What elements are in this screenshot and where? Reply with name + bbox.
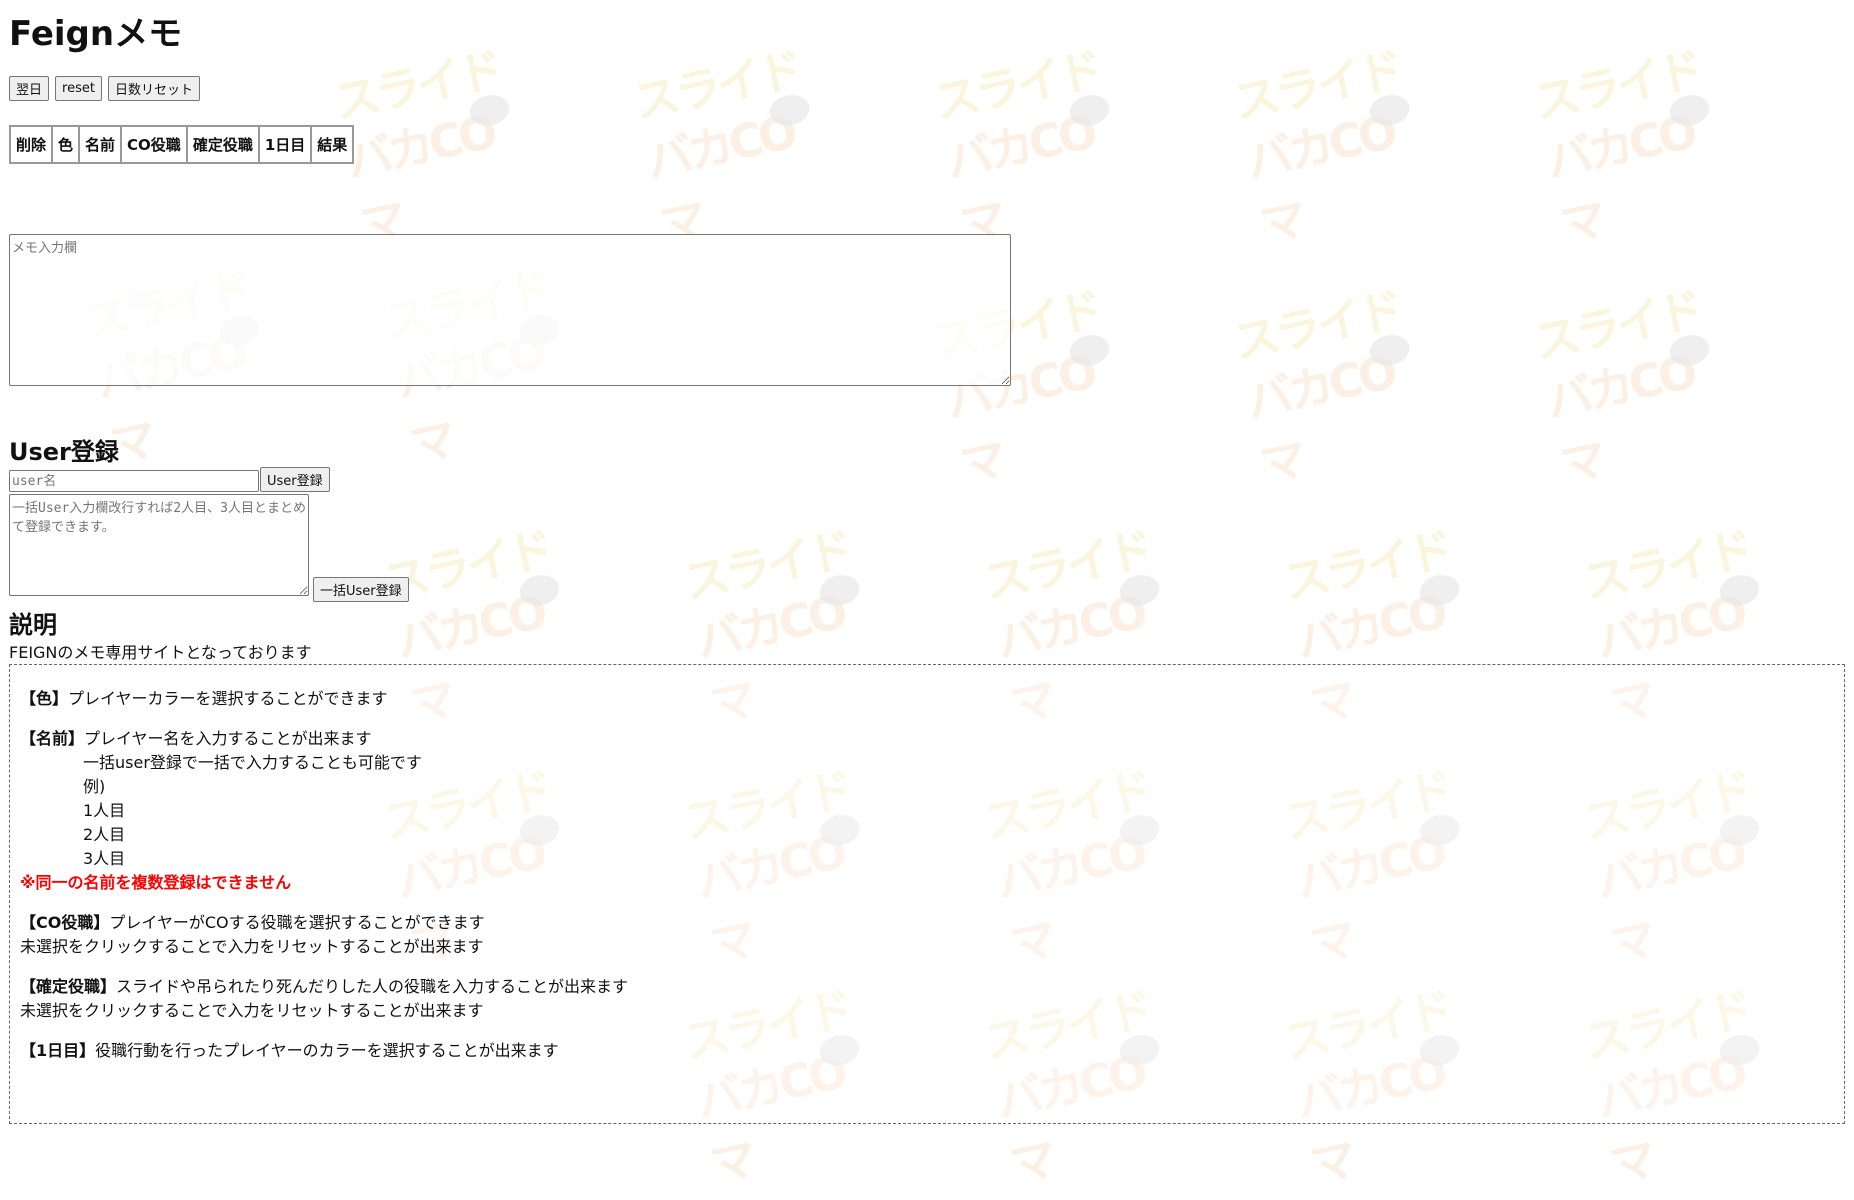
description-title: 説明: [9, 611, 57, 639]
header-name: 名前: [79, 126, 122, 163]
description-subtitle: FEIGNのメモ専用サイトとなっております: [9, 643, 312, 662]
page-title: Feignメモ: [9, 14, 183, 54]
bulk-user-register-button[interactable]: 一括User登録: [313, 577, 409, 602]
user-register-button[interactable]: User登録: [260, 467, 330, 492]
desc-name-section: 【名前】プレイヤー名を入力することが出来ます 一括user登録で一括で入力するこ…: [20, 727, 1834, 895]
header-fixed-role: 確定役職: [186, 126, 259, 163]
desc-fixed-section: 【確定役職】スライドや吊られたり死んだりした人の役職を入力することが出来ます 未…: [20, 975, 1834, 1023]
header-co-role: CO役職: [121, 126, 187, 163]
header-delete: 削除: [10, 126, 53, 163]
desc-co-section: 【CO役職】プレイヤーがCOする役職を選択することができます 未選択をクリックす…: [20, 911, 1834, 959]
desc-day1-label: 【1日目】: [20, 1041, 96, 1060]
day-reset-button[interactable]: 日数リセット: [107, 76, 200, 101]
table-header-row: 削除 色 名前 CO役職 確定役職 1日目 結果: [10, 126, 354, 163]
desc-name-line: 3人目: [83, 849, 126, 868]
header-result: 結果: [311, 126, 354, 163]
header-color: 色: [52, 126, 80, 163]
user-register-title: User登録: [9, 438, 119, 466]
desc-name-line: 一括user登録で一括で入力することも可能です: [83, 753, 422, 772]
memo-textarea[interactable]: [9, 234, 1011, 386]
desc-color-label: 【色】: [20, 689, 69, 708]
desc-name-line: 2人目: [83, 825, 126, 844]
desc-co-label: 【CO役職】: [20, 913, 110, 932]
desc-duplicate-warning: ※同一の名前を複数登録はできません: [20, 873, 292, 892]
next-day-button[interactable]: 翌日: [9, 76, 50, 101]
desc-day1-text: 役職行動を行ったプレイヤーのカラーを選択することが出来ます: [95, 1041, 559, 1060]
desc-color-text: プレイヤーカラーを選択することができます: [68, 689, 388, 708]
desc-color-section: 【色】プレイヤーカラーを選択することができます: [20, 687, 1834, 711]
desc-name-label: 【名前】: [20, 729, 85, 748]
header-day1: 1日目: [258, 126, 312, 163]
desc-name-text: プレイヤー名を入力することが出来ます: [84, 729, 372, 748]
description-box: 【色】プレイヤーカラーを選択することができます 【名前】プレイヤー名を入力するこ…: [9, 664, 1845, 1124]
desc-fixed-reset: 未選択をクリックすることで入力をリセットすることが出来ます: [20, 1001, 484, 1020]
desc-name-line: 例): [83, 777, 106, 796]
desc-co-reset: 未選択をクリックすることで入力をリセットすることが出来ます: [20, 937, 484, 956]
desc-co-text: プレイヤーがCOする役職を選択することができます: [109, 913, 485, 932]
desc-name-line: 1人目: [83, 801, 126, 820]
toolbar: 翌日 reset 日数リセット: [9, 76, 200, 101]
bulk-user-textarea[interactable]: [9, 494, 309, 596]
reset-button[interactable]: reset: [55, 76, 102, 101]
desc-day1-section: 【1日目】役職行動を行ったプレイヤーのカラーを選択することが出来ます: [20, 1039, 1834, 1063]
player-table: 削除 色 名前 CO役職 確定役職 1日目 結果: [9, 125, 355, 164]
desc-fixed-text: スライドや吊られたり死んだりした人の役職を入力することが出来ます: [116, 977, 629, 996]
desc-fixed-label: 【確定役職】: [20, 977, 117, 996]
user-name-input[interactable]: [9, 470, 259, 492]
